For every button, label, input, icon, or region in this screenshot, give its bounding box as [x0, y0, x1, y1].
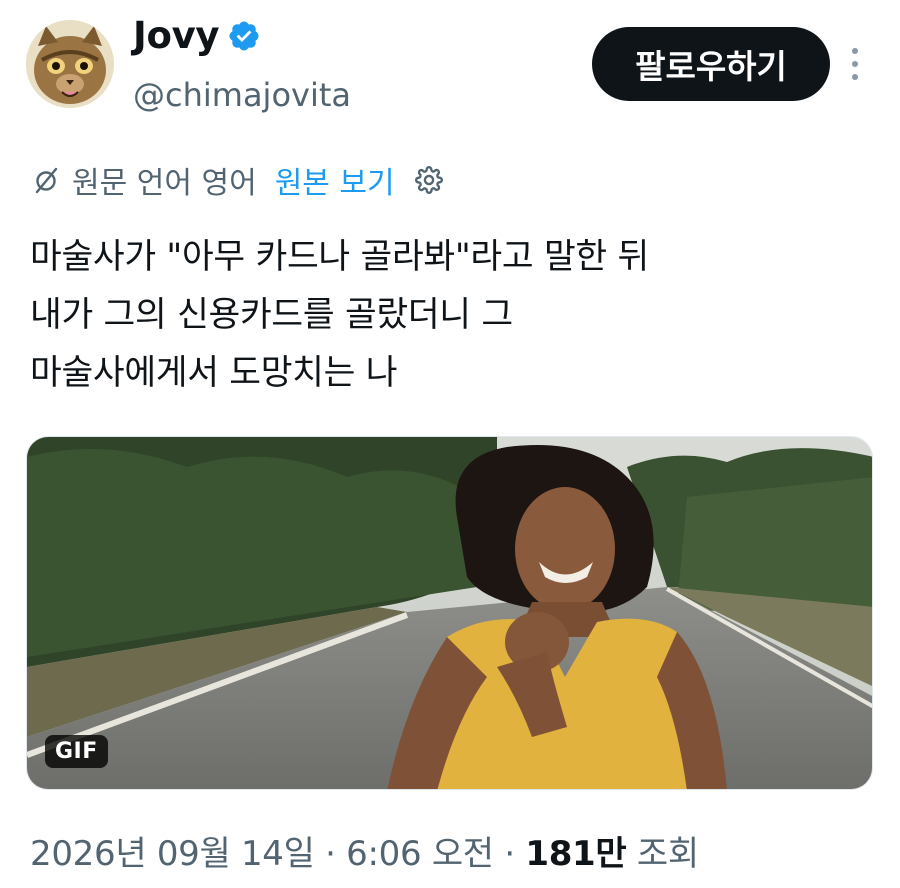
author-name-row[interactable]: Jovy	[133, 14, 261, 57]
avatar[interactable]	[26, 20, 114, 108]
translation-notice: 원문 언어 영어	[72, 166, 257, 201]
views-label: 조회	[636, 834, 699, 874]
tweet-text-line: 내가 그의 신용카드를 골랐더니 그	[30, 295, 513, 335]
tweet-text: 마술사가 "아무 카드나 골라봐"라고 말한 뒤 내가 그의 신용카드를 골랐더…	[30, 228, 870, 402]
gif-frame-image	[27, 437, 872, 789]
show-original-link[interactable]: 원본 보기	[275, 158, 395, 202]
tweet-time[interactable]: 6:06 오전	[346, 834, 494, 874]
meta-separator: ·	[325, 834, 336, 874]
cat-avatar-image	[26, 20, 114, 108]
follow-button[interactable]: 팔로우하기	[592, 27, 830, 101]
gif-badge: GIF	[45, 735, 108, 768]
tweet-date[interactable]: 2026년 09월 14일	[30, 834, 315, 874]
translation-row: 원문 언어 영어 원본 보기	[32, 158, 443, 202]
tweet-text-line: 마술사에게서 도망치는 나	[30, 353, 398, 393]
tweet: Jovy @chimajovita 팔로우하기 원문 언어 영어 원본 보기 마…	[0, 0, 900, 888]
author-handle[interactable]: @chimajovita	[133, 76, 351, 114]
author-name: Jovy	[133, 14, 220, 57]
meta-separator: ·	[504, 834, 515, 874]
translate-slash-icon	[35, 167, 58, 194]
tweet-text-line: 마술사가 "아무 카드나 골라봐"라고 말한 뒤	[30, 237, 649, 277]
gear-icon[interactable]	[414, 166, 443, 194]
more-vertical-icon[interactable]	[845, 44, 865, 84]
gif-media[interactable]: GIF	[26, 436, 873, 790]
verified-badge-icon	[227, 19, 261, 53]
tweet-meta: 2026년 09월 14일 · 6:06 오전 · 181만 조회	[30, 826, 699, 875]
views-count: 181만	[525, 834, 627, 874]
